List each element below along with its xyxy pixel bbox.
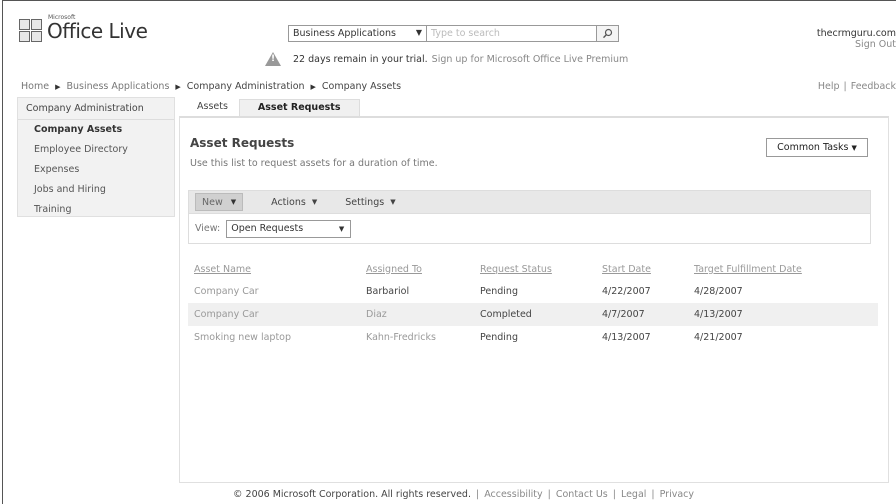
page-title: Asset Requests (190, 136, 295, 150)
sidebar-item-company-assets[interactable]: Company Assets (18, 120, 174, 140)
search-icon (603, 28, 613, 39)
sidebar: Company Administration Company Assets Em… (17, 97, 175, 217)
feedback-link[interactable]: Feedback (851, 81, 896, 92)
footer: © 2006 Microsoft Corporation. All rights… (233, 489, 695, 500)
breadcrumb-arrow-icon: ▶ (55, 82, 61, 91)
breadcrumb-home[interactable]: Home (21, 81, 49, 92)
main-content: Asset Requests Use this list to request … (179, 116, 889, 483)
dropdown-arrow-icon: ▼ (338, 224, 345, 233)
user-domain: thecrmguru.com (816, 28, 896, 39)
sign-out-link[interactable]: Sign Out (817, 39, 896, 50)
breadcrumb-arrow-icon: ▶ (310, 82, 316, 91)
trial-notice: 22 days remain in your trial. Sign up fo… (265, 52, 628, 66)
column-header-assigned-to[interactable]: Assigned To (366, 258, 480, 280)
common-tasks-button[interactable]: Common Tasks ▼ (766, 138, 868, 157)
search-input[interactable]: Type to search (427, 25, 597, 42)
tab-bar: Assets Asset Requests (186, 99, 360, 116)
warning-icon (265, 52, 281, 66)
settings-label: Settings (345, 196, 385, 208)
cell-assigned-to: Kahn-Fredricks (366, 332, 436, 343)
sidebar-header[interactable]: Company Administration (18, 98, 174, 120)
breadcrumb-business-applications[interactable]: Business Applications (66, 81, 169, 92)
view-select[interactable]: Open Requests ▼ (226, 219, 352, 238)
help-link[interactable]: Help (818, 81, 840, 92)
actions-label: Actions (271, 196, 306, 208)
office-logo-icon (19, 19, 45, 45)
office-live-logo[interactable]: Microsoft Office Live (19, 14, 148, 45)
cell-assigned-to: Diaz (366, 303, 480, 326)
common-tasks-label: Common Tasks (777, 142, 849, 153)
view-selected-value: Open Requests (231, 223, 304, 234)
cell-asset-name[interactable]: Company Car (188, 303, 366, 326)
help-links: Help | Feedback (817, 81, 896, 92)
privacy-link[interactable]: Privacy (660, 489, 694, 500)
breadcrumb-arrow-icon: ▶ (175, 82, 181, 91)
user-info: thecrmguru.com Sign Out (817, 28, 896, 50)
cell-assigned-to: Barbariol (366, 286, 410, 297)
cell-start-date: 4/7/2007 (602, 303, 694, 326)
search-bar: Business Applications ▼ Type to search (288, 25, 619, 42)
cell-target-date: 4/21/2007 (694, 332, 743, 343)
search-button[interactable] (597, 25, 619, 42)
dropdown-arrow-icon: ▼ (851, 143, 857, 152)
search-scope-select[interactable]: Business Applications ▼ (288, 25, 427, 42)
new-label: New (202, 196, 223, 208)
asset-requests-table: Asset Name Assigned To Request Status St… (188, 258, 878, 349)
column-header-request-status[interactable]: Request Status (480, 258, 602, 280)
cell-request-status: Pending (480, 332, 518, 343)
tab-asset-requests[interactable]: Asset Requests (238, 99, 360, 116)
brand-small: Microsoft (48, 14, 76, 21)
search-scope-label: Business Applications (293, 28, 396, 39)
settings-menu[interactable]: Settings ▼ (345, 197, 395, 208)
breadcrumb: Home ▶ Business Applications ▶ Company A… (21, 81, 401, 92)
sidebar-item-employee-directory[interactable]: Employee Directory (18, 140, 174, 160)
app-frame: Microsoft Office Live Business Applicati… (2, 0, 896, 504)
accessibility-link[interactable]: Accessibility (484, 489, 542, 500)
sidebar-item-training[interactable]: Training (18, 200, 174, 220)
column-header-asset-name[interactable]: Asset Name (188, 258, 366, 280)
copyright-text: © 2006 Microsoft Corporation. All rights… (233, 489, 471, 500)
search-placeholder: Type to search (431, 28, 500, 39)
view-bar: View: Open Requests ▼ (188, 214, 871, 244)
column-header-target-fulfillment-date[interactable]: Target Fulfillment Date (694, 258, 878, 280)
tab-assets[interactable]: Assets (186, 99, 239, 116)
cell-target-date: 4/28/2007 (694, 286, 743, 297)
cell-start-date: 4/22/2007 (602, 286, 651, 297)
breadcrumb-company-administration[interactable]: Company Administration (187, 81, 305, 92)
dropdown-arrow-icon: ▼ (230, 198, 237, 206)
sidebar-item-jobs-and-hiring[interactable]: Jobs and Hiring (18, 180, 174, 200)
cell-target-date: 4/13/2007 (694, 303, 878, 326)
actions-menu[interactable]: Actions ▼ (271, 197, 317, 208)
column-header-start-date[interactable]: Start Date (602, 258, 694, 280)
cell-request-status: Completed (480, 303, 602, 326)
dropdown-arrow-icon: ▼ (390, 198, 396, 206)
cell-asset-name[interactable]: Company Car (188, 280, 366, 303)
table-header-row: Asset Name Assigned To Request Status St… (188, 258, 878, 280)
dropdown-arrow-icon: ▼ (415, 28, 422, 37)
sidebar-item-expenses[interactable]: Expenses (18, 160, 174, 180)
dropdown-arrow-icon: ▼ (311, 198, 318, 206)
trial-signup-link[interactable]: Sign up for Microsoft Office Live Premiu… (432, 54, 629, 65)
table-row[interactable]: Company Car Barbariol Pending 4/22/2007 … (188, 280, 878, 303)
new-button[interactable]: New ▼ (195, 193, 244, 211)
brand-name: Office Live (47, 19, 148, 43)
contact-us-link[interactable]: Contact Us (556, 489, 608, 500)
cell-request-status: Pending (480, 286, 518, 297)
table-row[interactable]: Company Car Diaz Completed 4/7/2007 4/13… (188, 303, 878, 326)
table-row[interactable]: Smoking new laptop Kahn-Fredricks Pendin… (188, 326, 878, 349)
cell-asset-name[interactable]: Smoking new laptop (188, 326, 366, 349)
legal-link[interactable]: Legal (621, 489, 646, 500)
breadcrumb-company-assets: Company Assets (321, 81, 402, 92)
list-toolbar: New ▼ Actions ▼ Settings ▼ (188, 190, 871, 214)
view-label: View: (195, 223, 221, 234)
cell-start-date: 4/13/2007 (602, 332, 651, 343)
page-description: Use this list to request assets for a du… (190, 158, 438, 169)
trial-message: 22 days remain in your trial. (293, 53, 428, 65)
